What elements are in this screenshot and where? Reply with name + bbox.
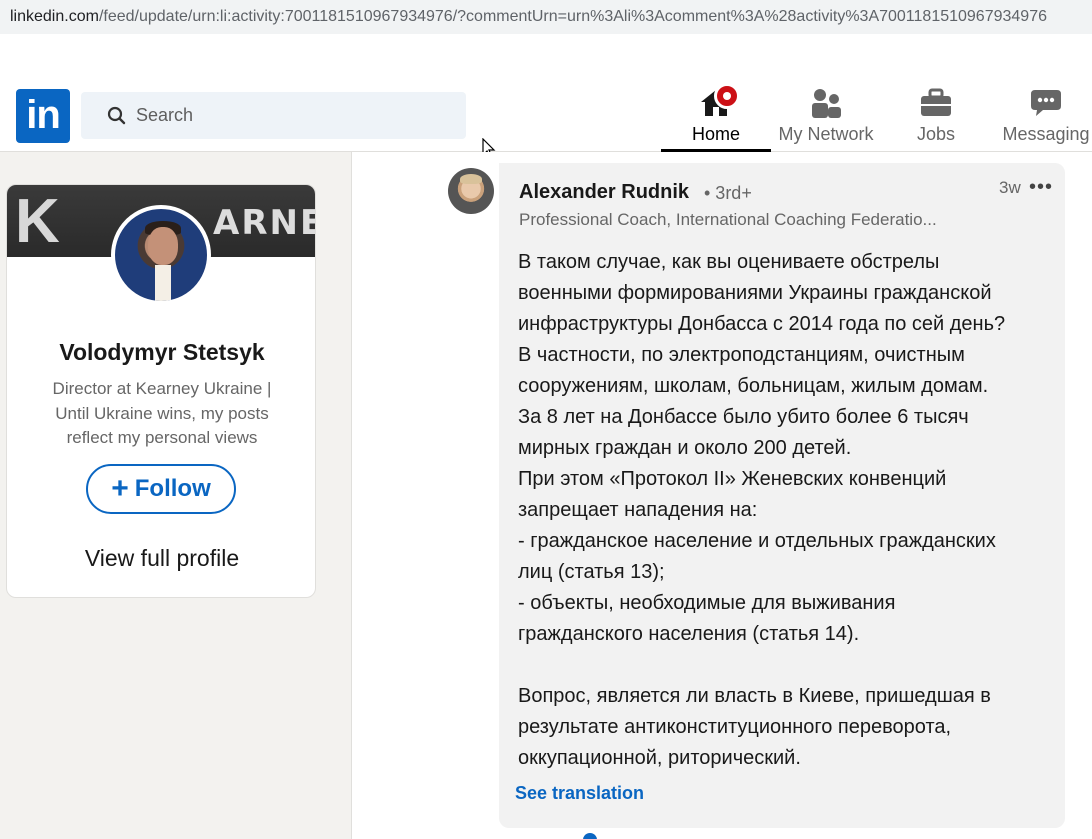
- comment-line: результате антиконституционного переворо…: [518, 716, 952, 738]
- nav-label-my-network: My Network: [778, 124, 874, 144]
- profile-name[interactable]: Volodymyr Stetsyk: [7, 339, 315, 366]
- blank-strip: [0, 34, 1092, 80]
- nav-item-messaging[interactable]: Messaging: [996, 80, 1092, 152]
- connection-degree: • 3rd+: [704, 183, 752, 203]
- global-nav: in Home My Network Jobs Messaging: [0, 80, 1092, 152]
- browser-url-bar[interactable]: linkedin.com/feed/update/urn:li:activity…: [0, 0, 1092, 34]
- banner-logo-large: K: [15, 187, 66, 256]
- comment-line: При этом «Протокол II» Женевских конвенц…: [518, 468, 947, 490]
- comment-line: сооружениям, школам, больницам, жилым до…: [518, 375, 989, 397]
- comment-line: мирных граждан и около 200 детей.: [518, 437, 852, 459]
- comment-line: оккупационной, риторический.: [518, 747, 801, 769]
- comment-line: За 8 лет на Донбассе было убито более 6 …: [518, 406, 969, 428]
- notification-badge: [714, 83, 740, 109]
- commenter-avatar-hair: [460, 174, 482, 184]
- comment-paragraph-gap: [518, 650, 1058, 681]
- comment-line: - гражданское население и отдельных граж…: [518, 530, 996, 552]
- avatar-shirt: [155, 265, 171, 301]
- search-box[interactable]: [81, 92, 466, 139]
- comment-line: В таком случае, как вы оцениваете обстре…: [518, 251, 940, 273]
- follow-label: Follow: [134, 475, 211, 502]
- briefcase-icon: [919, 88, 953, 123]
- commenter-avatar[interactable]: [448, 168, 494, 214]
- network-icon: [809, 88, 843, 125]
- comment-text: В таком случае, как вы оцениваете обстре…: [518, 247, 1058, 774]
- comment-line: инфраструктуры Донбасса с 2014 года по с…: [518, 313, 1006, 335]
- comment-line: В частности, по электроподстанциям, очис…: [518, 344, 965, 366]
- comment-line: гражданского населения (статья 14).: [518, 623, 860, 645]
- comment-line: Вопрос, является ли власть в Киеве, приш…: [518, 685, 991, 707]
- comment-author-name[interactable]: Alexander Rudnik: [519, 181, 689, 204]
- comment-line: военными формированиями Украины гражданс…: [518, 282, 992, 304]
- comment-timestamp: 3w: [999, 178, 1021, 197]
- nav-label-jobs: Jobs: [916, 124, 956, 144]
- more-options-icon[interactable]: •••: [1029, 176, 1053, 199]
- banner-logo-small: ARNEY: [213, 203, 315, 243]
- comment-line: лиц (статья 13);: [518, 561, 665, 583]
- nav-item-my-network[interactable]: My Network: [771, 80, 881, 152]
- profile-avatar[interactable]: [111, 205, 211, 305]
- search-icon: [107, 106, 127, 131]
- comment-author-headline: Professional Coach, International Coachi…: [519, 210, 937, 229]
- comment-line: запрещает нападения на:: [518, 499, 758, 521]
- messaging-icon: [1029, 88, 1063, 123]
- avatar-face: [148, 227, 178, 265]
- comment-line: - объекты, необходимые для выживания: [518, 592, 896, 614]
- see-translation-link[interactable]: See translation: [515, 783, 644, 804]
- search-input[interactable]: [136, 92, 456, 139]
- url-text[interactable]: linkedin.com/feed/update/urn:li:activity…: [10, 8, 1047, 26]
- nav-label-messaging: Messaging: [1002, 124, 1090, 144]
- view-full-profile-link[interactable]: View full profile: [7, 545, 315, 572]
- nav-item-jobs[interactable]: Jobs: [881, 80, 991, 152]
- url-host: linkedin.com: [10, 8, 99, 25]
- nav-label-home: Home: [691, 124, 740, 144]
- profile-card: K ARNEY Volodymyr Stetsyk Director at Ke…: [6, 184, 316, 598]
- plus-icon: +: [111, 472, 129, 505]
- url-path: /feed/update/urn:li:activity:70011815109…: [98, 8, 1047, 25]
- linkedin-logo[interactable]: in: [16, 89, 70, 143]
- profile-title: Director at Kearney Ukraine | Until Ukra…: [52, 379, 272, 447]
- follow-button[interactable]: + Follow: [86, 464, 236, 514]
